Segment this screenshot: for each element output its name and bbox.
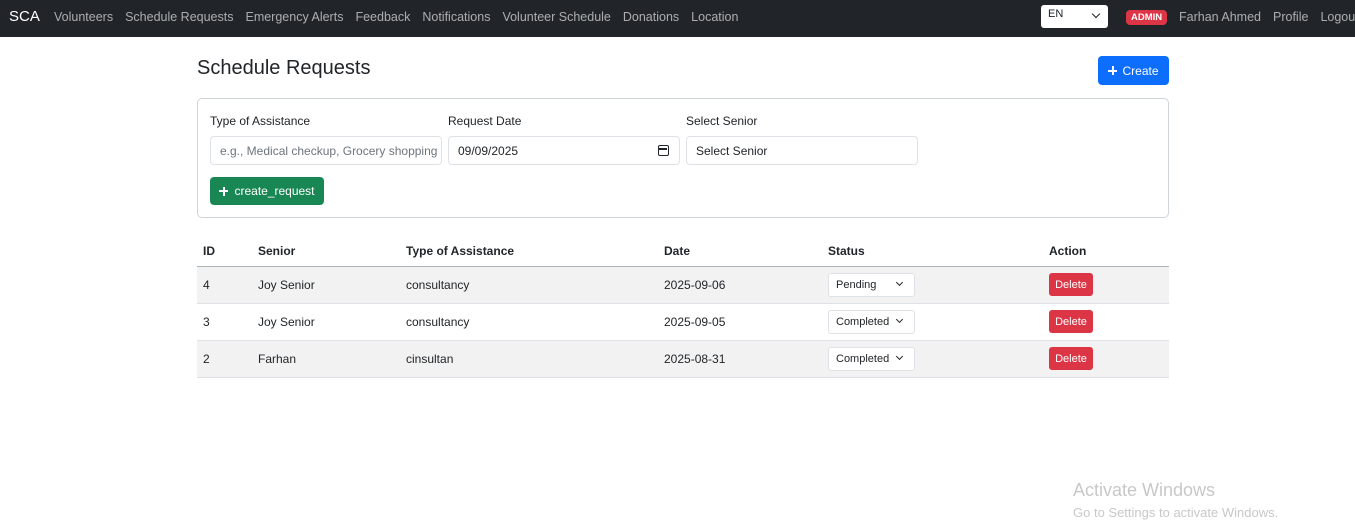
- cell-status: Completed: [822, 340, 1043, 378]
- nav-link-schedule-requests[interactable]: Schedule Requests: [125, 10, 233, 24]
- cell-type: cinsultan: [400, 340, 658, 378]
- type-of-assistance-label: Type of Assistance: [210, 114, 311, 128]
- plus-icon: [1108, 66, 1118, 75]
- cell-senior: Farhan: [252, 340, 400, 378]
- header-date: Date: [658, 237, 822, 267]
- status-select[interactable]: Completed: [828, 346, 915, 371]
- nav-link-volunteer-schedule[interactable]: Volunteer Schedule: [502, 10, 610, 24]
- user-name: Farhan Ahmed: [1179, 10, 1261, 24]
- delete-button[interactable]: Delete: [1049, 310, 1093, 333]
- language-select[interactable]: EN: [1041, 5, 1108, 28]
- role-badge: ADMIN: [1126, 10, 1168, 25]
- request-date-input[interactable]: 09/09/2025: [448, 136, 680, 165]
- activate-windows-subtitle: Go to Settings to activate Windows.: [1073, 505, 1279, 520]
- language-value: EN: [1048, 8, 1064, 20]
- header-senior: Senior: [252, 237, 400, 267]
- header-status: Status: [822, 237, 1043, 267]
- chevron-down-icon: [895, 278, 904, 286]
- page-title: Schedule Requests: [197, 57, 371, 79]
- cell-action: Delete: [1043, 303, 1169, 341]
- type-of-assistance-input[interactable]: e.g., Medical checkup, Grocery shopping: [210, 136, 442, 165]
- header-id: ID: [197, 237, 252, 267]
- cell-id: 4: [197, 266, 252, 304]
- cell-senior: Joy Senior: [252, 266, 400, 304]
- cell-status: Pending: [822, 266, 1043, 304]
- cell-date: 2025-08-31: [658, 340, 822, 378]
- chevron-down-icon: [895, 315, 904, 323]
- select-senior-value: Select Senior: [696, 144, 768, 158]
- nav-links: Volunteers Schedule Requests Emergency A…: [54, 10, 738, 24]
- request-form-card: Type of Assistance e.g., Medical checkup…: [197, 98, 1169, 218]
- type-of-assistance-placeholder: e.g., Medical checkup, Grocery shopping: [220, 144, 438, 158]
- create-button[interactable]: Create: [1098, 56, 1169, 85]
- top-navbar: SCA Volunteers Schedule Requests Emergen…: [0, 0, 1355, 37]
- logout-link[interactable]: Logout: [1320, 10, 1355, 24]
- cell-type: consultancy: [400, 303, 658, 341]
- status-select[interactable]: Completed: [828, 309, 915, 334]
- select-senior-dropdown[interactable]: Select Senior: [686, 136, 918, 165]
- calendar-icon[interactable]: [658, 145, 669, 156]
- create-button-label: Create: [1122, 63, 1159, 78]
- cell-id: 3: [197, 303, 252, 341]
- status-value: Pending: [836, 278, 877, 291]
- nav-link-volunteers[interactable]: Volunteers: [54, 10, 113, 24]
- table-row: 4 Joy Senior consultancy 2025-09-06 Pend…: [197, 266, 1169, 304]
- nav-link-feedback[interactable]: Feedback: [355, 10, 410, 24]
- nav-link-donations[interactable]: Donations: [623, 10, 679, 24]
- status-select[interactable]: Pending: [828, 272, 915, 297]
- create-request-button[interactable]: create_request: [210, 177, 324, 205]
- plus-icon: [219, 186, 229, 196]
- table-row: 3 Joy Senior consultancy 2025-09-05 Comp…: [197, 303, 1169, 341]
- select-senior-label: Select Senior: [686, 114, 758, 128]
- chevron-down-icon: [895, 352, 904, 360]
- cell-date: 2025-09-05: [658, 303, 822, 341]
- table-header-row: ID Senior Type of Assistance Date Status…: [197, 237, 1169, 267]
- schedule-requests-table: ID Senior Type of Assistance Date Status…: [197, 237, 1169, 378]
- cell-status: Completed: [822, 303, 1043, 341]
- nav-link-emergency-alerts[interactable]: Emergency Alerts: [245, 10, 343, 24]
- table-row: 2 Farhan cinsultan 2025-08-31 Completed …: [197, 340, 1169, 378]
- status-value: Completed: [836, 352, 890, 365]
- delete-button[interactable]: Delete: [1049, 273, 1093, 296]
- profile-link[interactable]: Profile: [1273, 10, 1308, 24]
- create-request-label: create_request: [234, 184, 315, 198]
- activate-windows-title: Activate Windows: [1073, 480, 1216, 500]
- cell-date: 2025-09-06: [658, 266, 822, 304]
- user-nav: Farhan Ahmed Profile Logout: [1179, 10, 1355, 24]
- status-value: Completed: [836, 315, 890, 328]
- request-date-value: 09/09/2025: [458, 144, 519, 158]
- request-date-label: Request Date: [448, 114, 522, 128]
- cell-id: 2: [197, 340, 252, 378]
- nav-link-location[interactable]: Location: [691, 10, 738, 24]
- cell-senior: Joy Senior: [252, 303, 400, 341]
- nav-link-notifications[interactable]: Notifications: [422, 10, 490, 24]
- brand-logo[interactable]: SCA: [9, 8, 40, 25]
- cell-action: Delete: [1043, 266, 1169, 304]
- header-type-of-assistance: Type of Assistance: [400, 237, 658, 267]
- header-action: Action: [1043, 237, 1169, 267]
- cell-type: consultancy: [400, 266, 658, 304]
- chevron-down-icon: [1091, 9, 1101, 19]
- delete-button[interactable]: Delete: [1049, 347, 1093, 370]
- cell-action: Delete: [1043, 340, 1169, 378]
